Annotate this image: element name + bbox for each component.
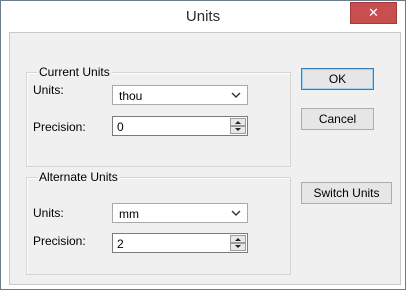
cancel-button[interactable]: Cancel [301,108,374,130]
current-units-value: thou [119,89,143,103]
current-precision-spinner[interactable]: 0 [112,116,248,136]
current-units-select[interactable]: thou [112,85,248,105]
current-units-label: Units: [33,83,64,97]
chevron-down-icon [231,210,241,216]
alternate-units-group-label: Alternate Units [37,170,120,184]
arrow-up-icon [235,238,241,241]
current-precision-value: 0 [117,120,124,134]
units-dialog: Units ✕ Current Units Units: thou Precis… [0,0,406,290]
close-icon: ✕ [368,5,379,20]
spin-up-button[interactable] [230,235,246,243]
spin-down-button[interactable] [230,243,246,251]
current-precision-label: Precision: [33,120,86,134]
alternate-precision-spin-buttons [230,235,246,251]
alternate-units-select[interactable]: mm [112,203,248,223]
switch-units-button[interactable]: Switch Units [301,182,392,204]
alternate-precision-spinner[interactable]: 2 [112,233,248,253]
arrow-down-icon [235,245,241,248]
arrow-down-icon [235,128,241,131]
alternate-units-label: Units: [33,206,64,220]
spin-up-button[interactable] [230,118,246,126]
alternate-precision-label: Precision: [33,234,86,248]
spin-down-button[interactable] [230,126,246,134]
close-button[interactable]: ✕ [350,2,397,24]
alternate-precision-value: 2 [117,237,124,251]
arrow-up-icon [235,121,241,124]
alternate-units-group: Alternate Units Units: mm Precision: 2 [26,170,291,275]
current-units-group-label: Current Units [37,65,112,79]
alternate-units-value: mm [119,207,139,221]
dialog-body: Current Units Units: thou Precision: 0 A… [9,32,401,285]
chevron-down-icon [231,92,241,98]
title-bar[interactable]: Units ✕ [1,1,405,31]
current-units-group: Current Units Units: thou Precision: 0 [26,65,291,167]
current-precision-spin-buttons [230,118,246,134]
ok-button[interactable]: OK [301,68,374,90]
dialog-title: Units [185,8,221,25]
